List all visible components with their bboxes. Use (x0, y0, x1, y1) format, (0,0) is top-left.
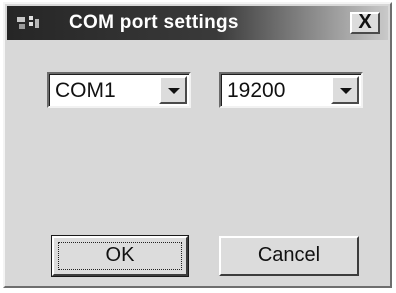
com-port-select[interactable]: COM1 (47, 72, 191, 108)
cancel-button[interactable]: Cancel (219, 236, 359, 276)
chevron-down-icon[interactable] (159, 76, 187, 104)
ok-button[interactable]: OK (51, 235, 189, 277)
close-button[interactable]: X (350, 12, 380, 34)
com-port-value: COM1 (55, 79, 116, 102)
title-bar[interactable]: COM port settings X (7, 6, 388, 40)
baud-rate-select[interactable]: 19200 (219, 72, 363, 108)
com-port-settings-dialog: COM port settings X COM1 19200 OK Cancel (3, 2, 392, 288)
baud-rate-value: 19200 (227, 79, 286, 102)
app-icon (17, 16, 39, 29)
cancel-button-label: Cancel (257, 244, 321, 266)
chevron-down-icon[interactable] (331, 76, 359, 104)
ok-button-label: OK (105, 244, 135, 266)
window-title: COM port settings (69, 12, 239, 33)
close-icon: X (358, 11, 372, 33)
